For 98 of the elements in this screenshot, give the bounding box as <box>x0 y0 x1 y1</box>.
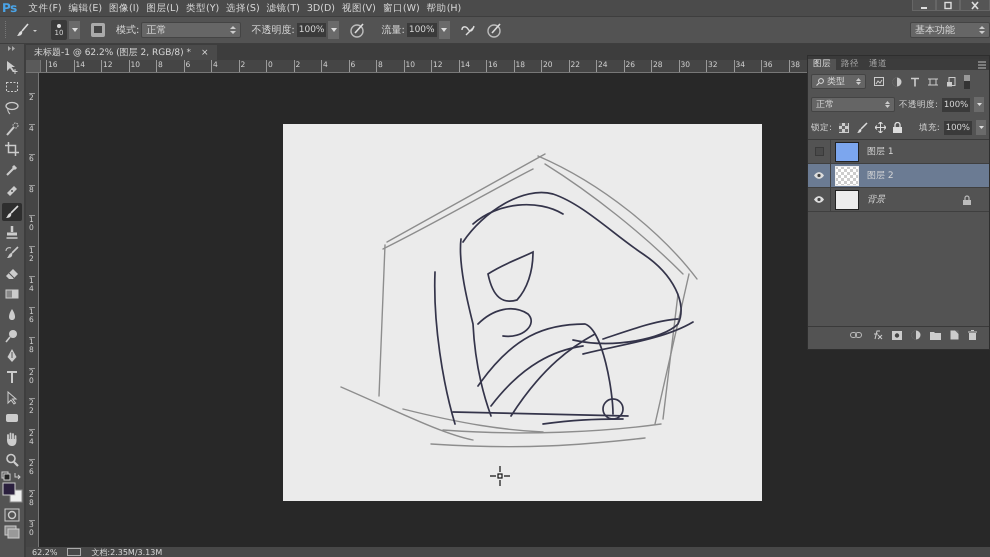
menu-item[interactable]: 类型(Y) <box>186 2 220 14</box>
maximize-button[interactable] <box>936 0 960 11</box>
adjustment-layer-icon[interactable] <box>911 330 921 340</box>
app-logo[interactable]: Ps <box>2 1 17 15</box>
image-filter-icon[interactable] <box>874 77 884 86</box>
menu-item[interactable]: 文件(F) <box>28 2 62 14</box>
opacity-label: 不透明度: <box>251 24 295 37</box>
brush-panel-icon[interactable] <box>90 22 106 38</box>
folder-icon[interactable] <box>930 330 941 340</box>
menu-item[interactable]: 3D(D) <box>306 2 335 14</box>
layer-opacity-field[interactable]: 100% <box>942 98 970 112</box>
updown-arrows-icon <box>979 26 985 34</box>
caret-down-icon <box>72 28 78 32</box>
menu-item[interactable]: 图层(L) <box>146 2 179 14</box>
flow-dropdown-button[interactable] <box>438 21 450 39</box>
flow-label: 流量: <box>381 24 405 37</box>
opacity-dropdown-button[interactable] <box>328 21 340 39</box>
document-tab[interactable]: 未标题-1 @ 62.2% (图层 2, RGB/8) * × <box>26 45 217 60</box>
layer-style-icon[interactable] <box>871 330 883 340</box>
minimize-button[interactable] <box>912 0 936 11</box>
shape-filter-icon[interactable] <box>928 76 938 86</box>
layer-thumbnail <box>835 142 859 162</box>
canvas[interactable] <box>283 124 762 501</box>
layer-opacity-label: 不透明度: <box>899 98 938 110</box>
link-icon[interactable] <box>850 331 862 339</box>
updown-arrows-icon <box>856 78 861 85</box>
opacity-field[interactable]: 100% <box>296 23 326 37</box>
layer-name: 图层 2 <box>867 170 894 182</box>
eye-icon[interactable] <box>814 172 824 179</box>
workspace-dropdown[interactable]: 基本功能 <box>910 22 990 38</box>
close-icon <box>970 0 980 10</box>
panel-tab[interactable]: 通道 <box>864 59 892 70</box>
layer-thumbnail <box>835 190 859 210</box>
lock-transparency-icon[interactable] <box>838 122 849 132</box>
brush-size-dropdown-button[interactable] <box>69 21 80 39</box>
document-size-info: 文档:2.35M/3.13M <box>91 546 162 557</box>
panel-menu-icon[interactable] <box>978 60 986 68</box>
layer-name: 图层 1 <box>867 146 894 158</box>
quick-mask-icon[interactable] <box>4 508 20 522</box>
filter-toggle-icon[interactable] <box>964 74 970 88</box>
layer-filter-dropdown[interactable]: 类型 <box>811 74 866 89</box>
search-icon <box>816 78 824 86</box>
layer-row[interactable]: 背景 <box>808 188 989 212</box>
export-icon[interactable] <box>67 548 82 556</box>
document-title: 未标题-1 @ 62.2% (图层 2, RGB/8) * <box>34 46 191 59</box>
caret-down-icon <box>330 28 337 32</box>
menu-item[interactable]: 窗口(W) <box>382 2 420 14</box>
tab-close-button[interactable]: × <box>201 48 209 58</box>
mode-dropdown[interactable]: 正常 <box>141 22 242 38</box>
close-button[interactable] <box>960 0 990 11</box>
menu-item[interactable]: 滤镜(T) <box>266 2 300 14</box>
layer-mask-icon[interactable] <box>892 330 902 340</box>
zoom-level[interactable]: 62.2% <box>32 548 58 556</box>
menu-item[interactable]: 编辑(E) <box>68 2 102 14</box>
updown-arrows-icon <box>885 101 890 108</box>
smart-object-filter-icon[interactable] <box>946 76 956 86</box>
color-swatches-icon[interactable] <box>1 471 23 506</box>
new-layer-icon[interactable] <box>950 330 959 340</box>
panel-tab[interactable]: 图层 <box>808 59 836 70</box>
visibility-toggle-icon[interactable] <box>814 147 824 156</box>
lock-position-icon[interactable] <box>874 122 886 133</box>
grip-icon <box>4 21 7 39</box>
layer-opacity-dropdown-button[interactable] <box>974 97 984 112</box>
caret-down-icon <box>441 28 448 32</box>
menu-item[interactable]: 图像(I) <box>109 2 140 14</box>
layer-name: 背景 <box>867 194 885 206</box>
brush-preset-icon[interactable] <box>15 22 39 38</box>
maximize-icon <box>943 0 953 10</box>
panel-tab[interactable]: 路径 <box>836 59 864 70</box>
pressure-opacity-icon[interactable] <box>349 22 366 38</box>
adjustment-filter-icon[interactable] <box>892 76 902 86</box>
fill-field[interactable]: 100% <box>944 120 972 134</box>
menu-item[interactable]: 视图(V) <box>342 2 376 14</box>
trash-icon[interactable] <box>968 330 977 340</box>
collapse-icon[interactable] <box>7 46 17 51</box>
minimize-icon <box>921 6 927 8</box>
pressure-size-icon[interactable] <box>486 22 502 38</box>
crosshair-cursor-icon <box>489 465 511 487</box>
type-filter-icon[interactable] <box>910 76 920 86</box>
crop-icon[interactable] <box>2 140 22 158</box>
lock-icon[interactable] <box>892 122 902 133</box>
updown-arrows-icon <box>230 26 236 34</box>
flow-field[interactable]: 100% <box>406 23 437 37</box>
caret-down-icon <box>978 126 984 129</box>
eye-icon[interactable] <box>814 196 824 203</box>
lock-label: 锁定: <box>811 122 832 134</box>
mode-label: 模式: <box>116 24 140 37</box>
brush-dot-icon <box>56 23 62 29</box>
caret-down-icon <box>976 103 982 106</box>
fill-dropdown-button[interactable] <box>976 120 986 135</box>
menu-item[interactable]: 选择(S) <box>226 2 260 14</box>
lock-pixels-brush-icon[interactable] <box>856 122 868 134</box>
menu-item[interactable]: 帮助(H) <box>426 2 462 14</box>
fill-label: 填充: <box>918 122 940 134</box>
transparent-layer-thumbnail <box>835 166 859 186</box>
screen-mode-icon[interactable] <box>4 524 20 539</box>
brush-icon[interactable] <box>2 202 22 220</box>
blend-mode-dropdown[interactable]: 正常 <box>811 97 895 112</box>
